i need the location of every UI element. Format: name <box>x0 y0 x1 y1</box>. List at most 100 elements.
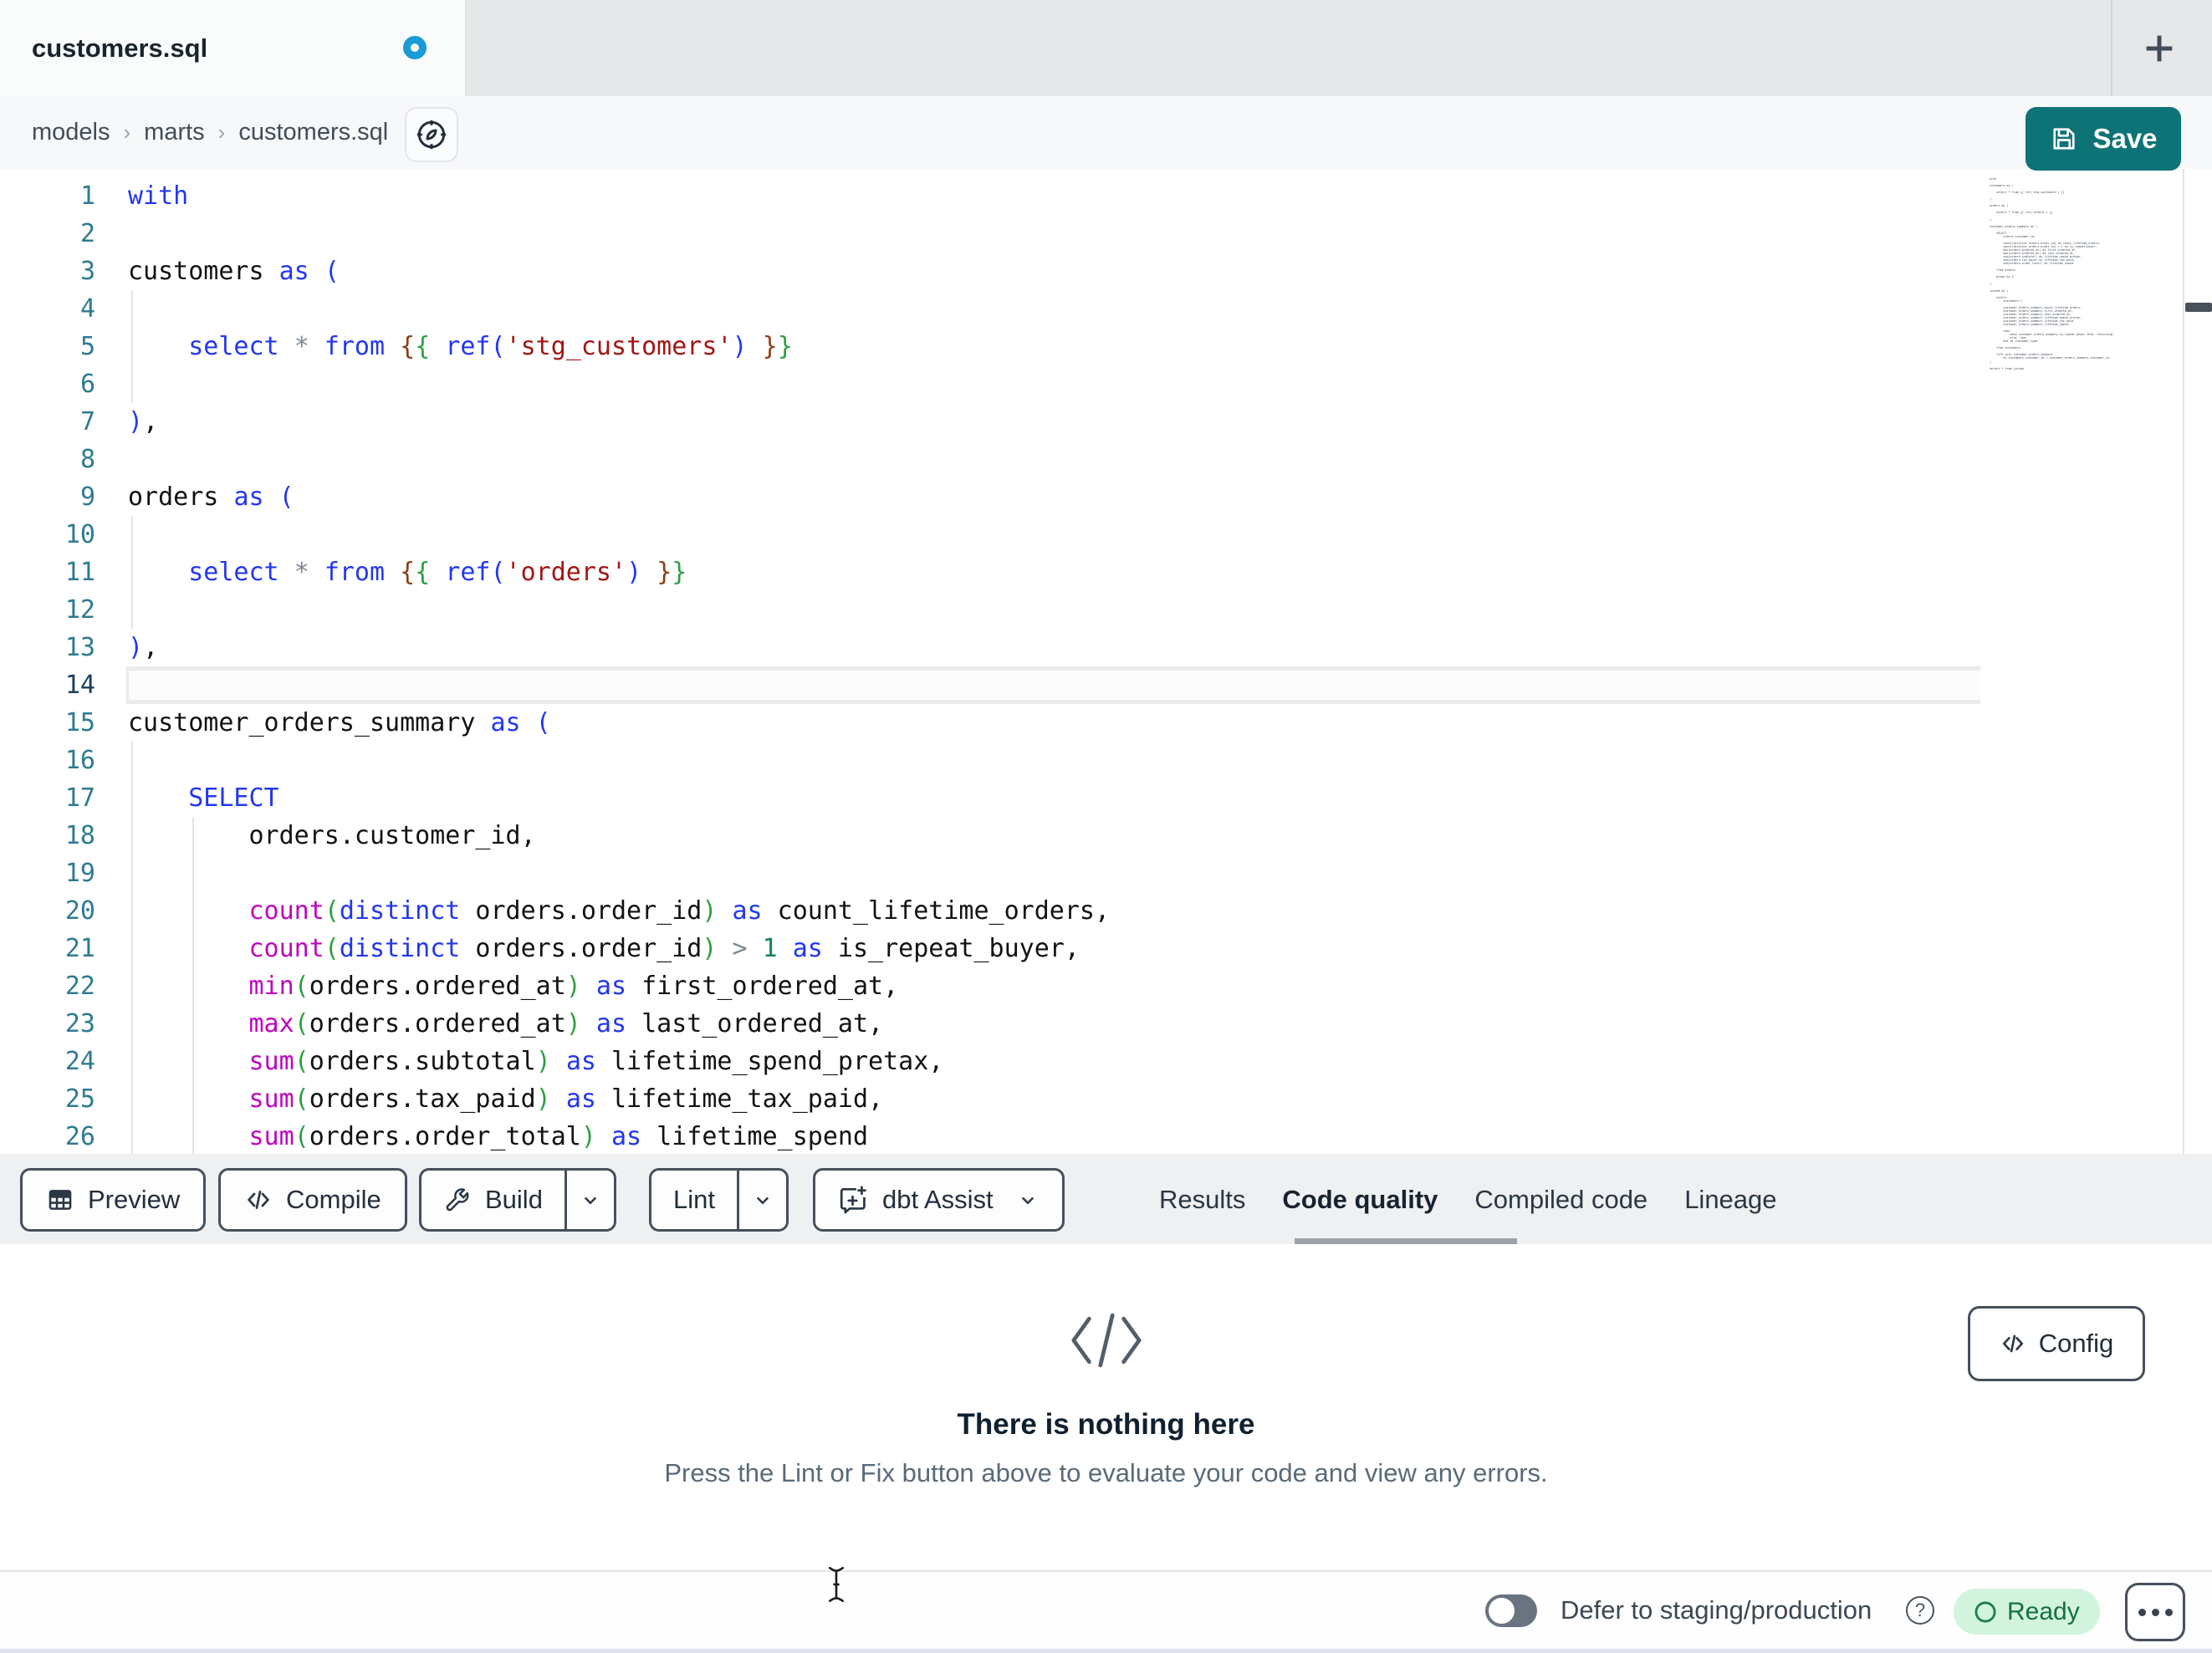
code-line-content[interactable]: count(distinct orders.order_id) > 1 as i… <box>126 930 1980 967</box>
breadcrumb-separator: › <box>123 120 131 145</box>
code-editor[interactable]: 1 with 2 3 customers as (4 5 select * from {{… <box>0 169 1980 1154</box>
code-line[interactable]: 9 orders as ( <box>0 478 1980 516</box>
code-line-content[interactable] <box>126 591 1980 629</box>
code-line-content[interactable]: count(distinct orders.order_id) as count… <box>126 892 1980 930</box>
code-line[interactable]: 20 count(distinct orders.order_id) as co… <box>0 892 1980 930</box>
code-line-content[interactable]: max(orders.ordered_at) as last_ordered_a… <box>126 1005 1980 1043</box>
code-line[interactable]: 12 <box>0 591 1980 629</box>
panel-tab-compiled-code[interactable]: Compiled code <box>1474 1185 1648 1215</box>
lint-dropdown-button[interactable] <box>736 1171 786 1229</box>
code-line[interactable]: 19 <box>0 855 1980 892</box>
build-dropdown-button[interactable] <box>564 1171 614 1229</box>
editor-tab-bar: customers.sql <box>0 0 2212 96</box>
code-line-content[interactable]: ), <box>126 629 1980 666</box>
breadcrumb-item-marts[interactable]: marts <box>144 119 205 146</box>
code-line-content[interactable] <box>126 742 1980 779</box>
code-line-content[interactable]: orders as ( <box>126 478 1980 516</box>
panel-resize-handle[interactable] <box>2185 303 2212 312</box>
code-line-content[interactable] <box>126 855 1980 892</box>
code-line[interactable]: 17 SELECT <box>0 779 1980 817</box>
compile-button[interactable]: Compile <box>218 1168 407 1232</box>
code-line-content[interactable]: sum(orders.order_total) as lifetime_spen… <box>126 1118 1980 1154</box>
file-lineage-button[interactable] <box>405 107 458 162</box>
code-line-content[interactable]: min(orders.ordered_at) as first_ordered_… <box>126 967 1980 1005</box>
dbt-assist-button[interactable]: dbt Assist <box>813 1168 1065 1232</box>
indent-guide <box>131 1118 133 1154</box>
code-line-content[interactable] <box>126 441 1980 478</box>
build-button[interactable]: Build <box>421 1171 564 1229</box>
code-line[interactable]: 13), <box>0 629 1980 666</box>
code-line-content[interactable]: ), <box>126 403 1980 441</box>
indent-guide <box>192 892 194 930</box>
code-line[interactable]: 21 count(distinct orders.order_id) > 1 a… <box>0 930 1980 967</box>
line-number: 1 <box>79 181 95 211</box>
code-line[interactable]: 15 customer_orders_summary as ( <box>0 704 1980 742</box>
panel-tab-results[interactable]: Results <box>1159 1185 1245 1215</box>
breadcrumb-item-models[interactable]: models <box>32 119 110 146</box>
toggle-knob <box>1489 1598 1515 1624</box>
code-line[interactable]: 25 sum(orders.tax_paid) as lifetime_tax_… <box>0 1080 1980 1118</box>
code-line-content[interactable]: sum(orders.tax_paid) as lifetime_tax_pai… <box>126 1080 1980 1118</box>
line-number: 8 <box>79 445 95 474</box>
code-line[interactable]: 7), <box>0 403 1980 441</box>
code-line[interactable]: 16 <box>0 742 1980 779</box>
line-number: 18 <box>64 821 95 850</box>
preview-button[interactable]: Preview <box>20 1168 207 1232</box>
current-line-highlight[interactable] <box>126 666 1980 704</box>
save-button[interactable]: Save <box>2026 107 2181 171</box>
more-options-button[interactable] <box>2125 1583 2185 1641</box>
status-ready-badge[interactable]: Ready <box>1954 1589 2100 1635</box>
code-line-content[interactable]: customers as ( <box>126 253 1980 290</box>
chevron-down-icon <box>584 1196 597 1205</box>
code-line-content[interactable]: customer_orders_summary as ( <box>126 704 1980 742</box>
lint-button[interactable]: Lint <box>651 1171 737 1229</box>
line-number: 7 <box>79 407 95 436</box>
indent-guide <box>131 892 133 930</box>
code-line[interactable]: 10 <box>0 516 1980 554</box>
code-line[interactable]: 2 <box>0 215 1980 253</box>
panel-tab-code-quality[interactable]: Code quality <box>1282 1185 1438 1215</box>
code-line-content[interactable]: sum(orders.subtotal) as lifetime_spend_p… <box>126 1043 1980 1080</box>
code-line-content[interactable]: with <box>126 177 1980 215</box>
code-line[interactable]: 4 <box>0 290 1980 328</box>
code-line[interactable]: 22 min(orders.ordered_at) as first_order… <box>0 967 1980 1005</box>
editor-tab-customers-sql[interactable]: customers.sql <box>0 0 466 96</box>
indent-guide <box>192 1080 194 1118</box>
code-line[interactable]: 23 max(orders.ordered_at) as last_ordere… <box>0 1005 1980 1043</box>
build-split-button: Build <box>419 1168 616 1232</box>
code-icon <box>2002 1334 2024 1353</box>
code-line[interactable]: 26 sum(orders.order_total) as lifetime_s… <box>0 1118 1980 1154</box>
dbt-assist-label: dbt Assist <box>882 1185 994 1214</box>
code-line[interactable]: 24 sum(orders.subtotal) as lifetime_spen… <box>0 1043 1980 1080</box>
editor-right-divider <box>2183 169 2184 1154</box>
code-line-content[interactable]: select * from {{ ref('stg_customers') }} <box>126 328 1980 365</box>
code-line[interactable]: 3 customers as ( <box>0 253 1980 290</box>
code-line[interactable]: 14 <box>0 666 1980 704</box>
breadcrumb-item-customers-sql[interactable]: customers.sql <box>238 119 388 146</box>
line-number: 24 <box>64 1047 95 1076</box>
code-line[interactable]: 6 <box>0 365 1980 403</box>
code-line-content[interactable]: orders.customer_id, <box>126 817 1980 855</box>
code-line-content[interactable] <box>126 215 1980 253</box>
new-tab-button[interactable] <box>2138 27 2181 70</box>
config-button[interactable]: Config <box>1968 1306 2145 1381</box>
tab-title: customers.sql <box>32 33 208 63</box>
help-icon[interactable]: ? <box>1906 1596 1934 1625</box>
plus-icon <box>2146 35 2173 62</box>
code-line[interactable]: 8 <box>0 441 1980 478</box>
code-line[interactable]: 18 orders.customer_id, <box>0 817 1980 855</box>
code-line[interactable]: 11 select * from {{ ref('orders') }} <box>0 554 1980 591</box>
code-line-content[interactable] <box>126 365 1980 403</box>
line-number: 20 <box>64 896 95 926</box>
code-line-content[interactable]: select * from {{ ref('orders') }} <box>126 554 1980 591</box>
ellipsis-icon <box>2138 1608 2146 1616</box>
code-line-content[interactable] <box>126 290 1980 328</box>
code-line-content[interactable] <box>126 516 1980 554</box>
code-line[interactable]: 1 with <box>0 177 1980 215</box>
indent-guide <box>192 967 194 1005</box>
editor-minimap[interactable]: with customers as ( select * from {{ ref… <box>1984 177 2181 1147</box>
panel-tab-lineage[interactable]: Lineage <box>1684 1185 1776 1215</box>
defer-toggle[interactable] <box>1485 1594 1537 1627</box>
code-line[interactable]: 5 select * from {{ ref('stg_customers') … <box>0 328 1980 365</box>
code-line-content[interactable]: SELECT <box>126 779 1980 817</box>
